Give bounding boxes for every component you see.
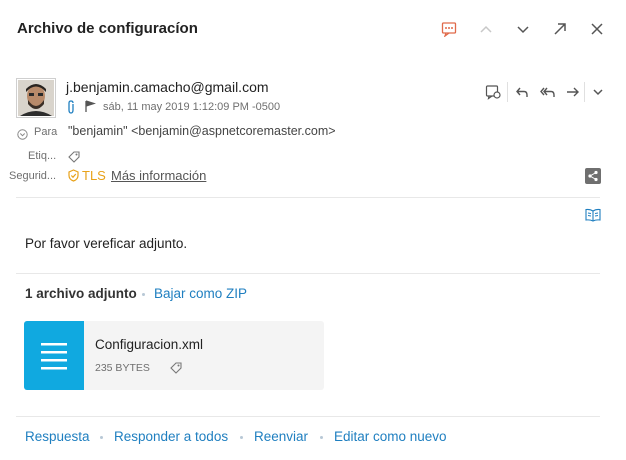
to-recipient[interactable]: "benjamin" <benjamin@aspnetcoremaster.co…: [68, 124, 336, 138]
message-date: sáb, 11 may 2019 1:12:09 PM -0500: [103, 101, 281, 113]
tls-badge: TLS: [82, 168, 106, 183]
to-label: Para: [34, 126, 58, 138]
share-icon[interactable]: [585, 168, 601, 184]
attachment-card[interactable]: Configuracion.xml 235 BYTES: [24, 321, 324, 390]
attachment-size: 235 BYTES: [95, 362, 150, 374]
security-label: Segurid...: [9, 170, 57, 182]
avatar: [16, 78, 56, 118]
message-body: Por favor vereficar adjunto.: [25, 236, 188, 251]
sender-email[interactable]: j.benjamin.camacho@gmail.com: [66, 79, 269, 95]
more-actions-chevron-icon[interactable]: [593, 87, 603, 97]
reply-all-button[interactable]: Responder a todos: [114, 429, 228, 444]
edit-as-new-button[interactable]: Editar como nuevo: [334, 429, 447, 444]
attachment-count: 1 archivo adjunto: [25, 286, 137, 301]
reading-view-icon[interactable]: [585, 208, 601, 222]
tag-icon[interactable]: [68, 151, 80, 163]
tags-label: Etiq...: [28, 150, 57, 162]
forward-button[interactable]: Reenviar: [254, 429, 308, 444]
security-more-info-link[interactable]: Más información: [111, 168, 206, 183]
attachment-filename[interactable]: Configuracion.xml: [95, 337, 203, 352]
file-document-icon: [24, 321, 84, 390]
flag-icon[interactable]: [84, 100, 96, 113]
reminder-settings-icon[interactable]: [485, 84, 501, 100]
forward-icon[interactable]: [566, 85, 580, 99]
arrow-down-icon[interactable]: [516, 23, 530, 37]
attachment-clip-icon: [66, 100, 76, 114]
shield-icon: [68, 169, 79, 182]
reply-button[interactable]: Respuesta: [25, 429, 90, 444]
reminder-icon[interactable]: [441, 21, 457, 37]
reply-all-icon[interactable]: [540, 85, 556, 99]
reply-icon[interactable]: [515, 85, 529, 99]
arrow-up-icon[interactable]: [479, 22, 493, 36]
expand-recipients-icon[interactable]: [17, 129, 28, 140]
download-zip-link[interactable]: Bajar como ZIP: [154, 286, 247, 301]
attachment-tag-icon[interactable]: [170, 362, 182, 374]
close-icon[interactable]: [590, 22, 604, 36]
pop-out-icon[interactable]: [553, 22, 567, 36]
page-title: Archivo de configuracíon: [17, 20, 198, 37]
